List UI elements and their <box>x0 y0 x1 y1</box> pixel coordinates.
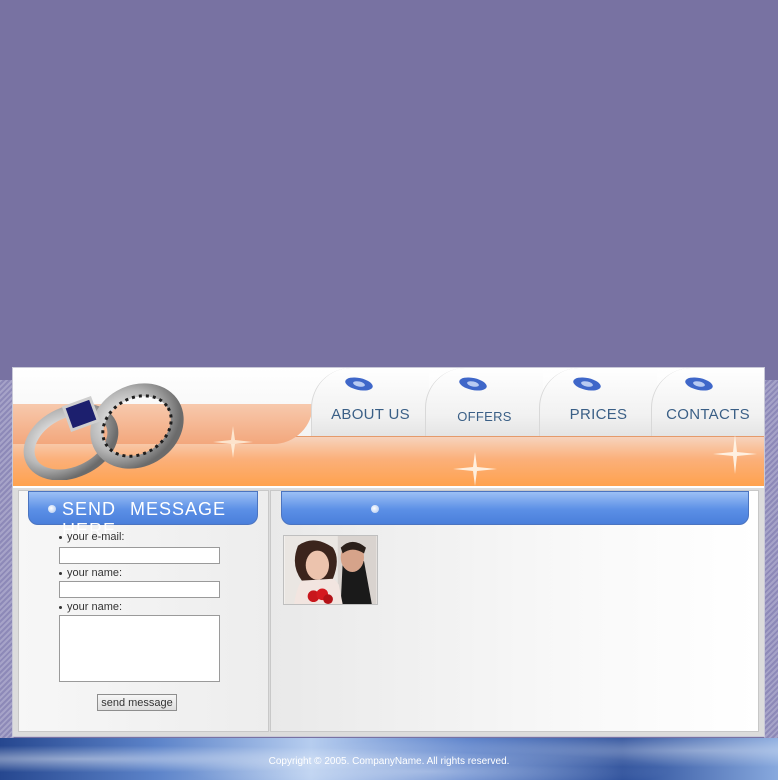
disc-icon <box>345 377 373 391</box>
footer: Copyright © 2005. CompanyName. All right… <box>0 738 778 780</box>
disc-icon <box>459 377 487 391</box>
sparkle-icon <box>713 434 757 474</box>
content-area: SEND MESSAGE HERE your e-mail: your name… <box>13 488 764 736</box>
disc-icon <box>573 377 601 391</box>
nav-prices[interactable]: PRICES <box>539 368 657 436</box>
email-label: your e-mail: <box>59 531 124 543</box>
nav-label: CONTACTS <box>666 406 750 423</box>
nav-contacts[interactable]: CONTACTS <box>651 368 764 436</box>
name-field[interactable] <box>59 581 220 598</box>
content-panel <box>270 490 759 732</box>
right-decorative-stripe <box>764 380 778 740</box>
couple-photo <box>283 535 378 605</box>
main-nav: ABOUT US OFFERS PRICES CONTACTS <box>311 368 764 436</box>
bullet-icon <box>48 505 56 513</box>
header: ABOUT US OFFERS PRICES CONTACTS <box>13 368 764 486</box>
sparkle-icon <box>213 426 253 458</box>
send-message-button[interactable]: send message <box>97 694 177 711</box>
rings-logo <box>23 383 184 480</box>
name-label: your name: <box>59 567 122 579</box>
content-panel-title-bar <box>281 491 749 525</box>
disc-icon <box>685 377 713 391</box>
bullet-icon <box>371 505 379 513</box>
message-panel-title-bar: SEND MESSAGE HERE <box>28 491 258 540</box>
nav-label: PRICES <box>569 406 628 423</box>
message-field[interactable] <box>59 615 220 682</box>
sparkle-icon <box>453 452 497 486</box>
copyright-text: Copyright © 2005. CompanyName. All right… <box>268 756 510 767</box>
message-panel: SEND MESSAGE HERE your e-mail: your name… <box>18 490 269 732</box>
nav-offers[interactable]: OFFERS <box>425 368 543 436</box>
nav-label: OFFERS <box>457 409 512 424</box>
email-field[interactable] <box>59 547 220 564</box>
nav-label: ABOUT US <box>331 406 410 423</box>
nav-about-us[interactable]: ABOUT US <box>311 368 429 436</box>
message-label: your name: <box>59 601 122 613</box>
site-frame: ABOUT US OFFERS PRICES CONTACTS SEND MES… <box>12 367 765 737</box>
